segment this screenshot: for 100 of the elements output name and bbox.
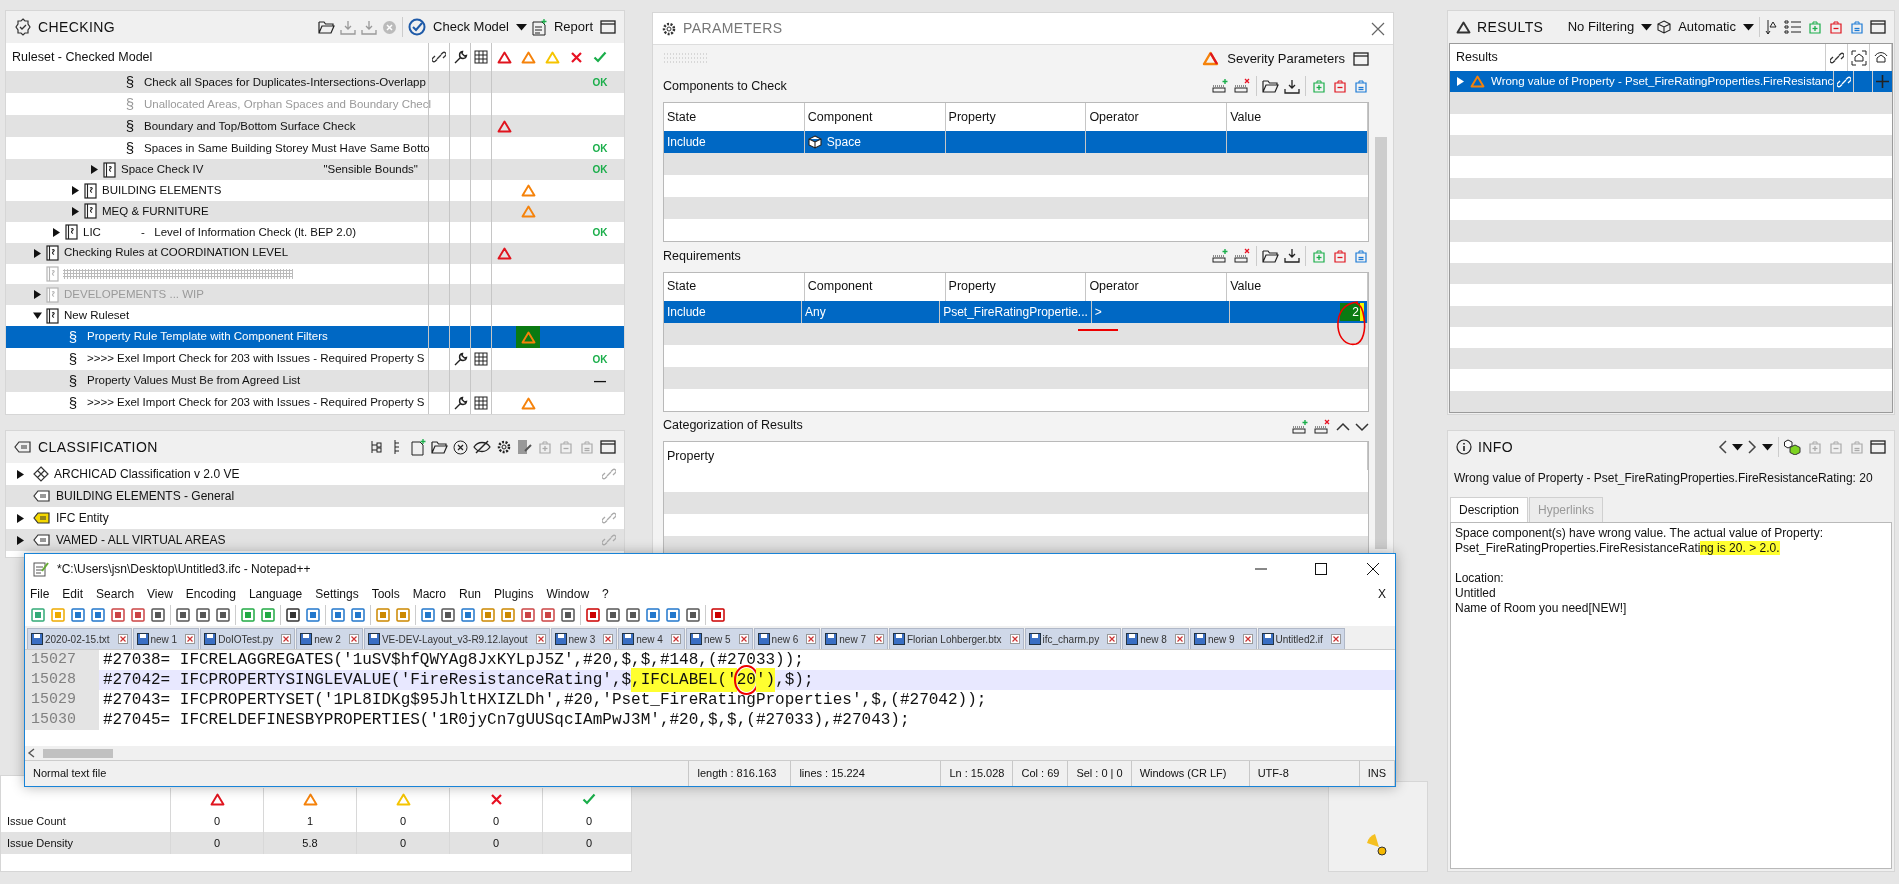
tab[interactable]: Description bbox=[1450, 497, 1529, 522]
expand-arrow-icon[interactable] bbox=[33, 248, 41, 258]
file-tab[interactable]: Untitled2.if bbox=[1257, 628, 1345, 649]
file-tab[interactable]: ifc_charm.py bbox=[1024, 628, 1122, 649]
toolbar-icon[interactable] bbox=[560, 607, 576, 623]
maximize-icon[interactable] bbox=[1870, 20, 1886, 34]
close-icon[interactable] bbox=[1367, 563, 1379, 575]
file-tab[interactable]: new 3 bbox=[550, 628, 618, 649]
maximize-icon[interactable] bbox=[1315, 563, 1327, 575]
rule-name[interactable]: Property Values Must Be from Agreed List bbox=[87, 372, 301, 390]
toolbar-icon[interactable] bbox=[625, 607, 641, 623]
bag-icon[interactable] bbox=[1353, 247, 1369, 264]
expand-arrow-icon[interactable] bbox=[52, 227, 60, 237]
sort-icon[interactable] bbox=[1765, 19, 1779, 35]
menu-item[interactable]: Macro bbox=[412, 585, 446, 603]
toolbar-icon[interactable] bbox=[440, 607, 456, 623]
file-tab[interactable]: new 7 bbox=[821, 628, 888, 649]
rule-name[interactable]: New Ruleset bbox=[64, 306, 130, 325]
check-model-button[interactable]: Check Model bbox=[431, 17, 511, 37]
menu-item[interactable]: Language bbox=[248, 585, 303, 603]
file-tab[interactable]: new 9 bbox=[1189, 628, 1257, 649]
collapse-arrow-icon[interactable] bbox=[32, 311, 42, 321]
toolbar-icon[interactable] bbox=[685, 607, 701, 623]
check-circle-icon[interactable] bbox=[408, 18, 427, 36]
menu-item[interactable]: Edit bbox=[62, 585, 84, 603]
toolbar-icon[interactable] bbox=[585, 607, 601, 623]
caret-icon[interactable] bbox=[1743, 23, 1754, 31]
expand-arrow-icon[interactable] bbox=[90, 165, 98, 175]
rule-name[interactable]: BUILDING ELEMENTS bbox=[102, 182, 222, 200]
folder-icon[interactable] bbox=[431, 440, 448, 454]
table-row[interactable]: Include Space bbox=[664, 131, 1368, 154]
file-tab[interactable]: new 6 bbox=[753, 628, 821, 649]
ruleset-row[interactable]: § Property Rule Template with Component Filters bbox=[6, 326, 624, 348]
toolbar-icon[interactable] bbox=[285, 607, 301, 623]
download-icon[interactable] bbox=[1284, 248, 1300, 264]
tree-icon[interactable] bbox=[369, 439, 385, 455]
expand-arrow-icon[interactable] bbox=[16, 469, 24, 479]
delete-row-icon[interactable] bbox=[1234, 78, 1251, 95]
table-row[interactable]: Include Any Pset_FireRatingPropertie... > 2 bbox=[664, 300, 1368, 323]
file-tab[interactable]: new 4 bbox=[618, 628, 685, 649]
classification-row[interactable]: VAMED - ALL VIRTUAL AREAS bbox=[6, 529, 624, 551]
remove-bag-icon[interactable] bbox=[1828, 19, 1844, 35]
list-icon[interactable] bbox=[1784, 19, 1802, 35]
settings-icon[interactable] bbox=[496, 439, 512, 455]
remove-bag-icon[interactable] bbox=[1332, 247, 1348, 264]
file-tab[interactable]: new 2 bbox=[296, 628, 363, 649]
new-file-icon[interactable] bbox=[411, 438, 426, 456]
toolbar-icon[interactable] bbox=[710, 607, 726, 623]
file-tab[interactable]: 2020-02-15.txt bbox=[27, 628, 132, 649]
toolbar-icon[interactable] bbox=[195, 607, 211, 623]
edit-icon[interactable] bbox=[517, 439, 532, 455]
menu-item[interactable]: Window bbox=[546, 585, 590, 603]
ruleset-row[interactable]: Space Check IV "Sensible Bounds" OK bbox=[6, 159, 624, 181]
ruleset-row[interactable]: § Check all Spaces for Duplicates-Intersections-Overlapp OK bbox=[6, 71, 624, 94]
rule-name[interactable]: Spaces in Same Building Storey Must Have Same Botto bbox=[144, 139, 430, 157]
toolbar-icon[interactable] bbox=[605, 607, 621, 623]
plus-icon[interactable] bbox=[1875, 75, 1889, 89]
expand-arrow-icon[interactable] bbox=[16, 535, 24, 545]
delete-row-icon[interactable] bbox=[1314, 419, 1331, 435]
rule-name[interactable]: Checking Rules at COORDINATION LEVEL bbox=[64, 244, 289, 262]
ruleset-row[interactable]: § Boundary and Top/Bottom Surface Check bbox=[6, 115, 624, 138]
hidden-eye-icon[interactable] bbox=[473, 440, 491, 454]
rule-name[interactable]: MEQ & FURNITURE bbox=[102, 202, 209, 221]
cubes-icon[interactable] bbox=[1784, 439, 1802, 455]
menu-item[interactable]: Settings bbox=[315, 585, 359, 603]
rule-name[interactable]: Boundary and Top/Bottom Surface Check bbox=[144, 117, 356, 135]
classification-row[interactable]: BUILDING ELEMENTS - General bbox=[6, 485, 624, 507]
menu-item[interactable]: Encoding bbox=[185, 585, 236, 603]
menu-item[interactable]: Tools bbox=[371, 585, 400, 603]
close-circle-icon[interactable] bbox=[453, 439, 468, 455]
expand-arrow-icon[interactable] bbox=[16, 513, 24, 523]
expand-arrow-icon[interactable] bbox=[71, 206, 79, 216]
maximize-icon[interactable] bbox=[600, 20, 616, 34]
add-row-icon[interactable] bbox=[1212, 247, 1229, 264]
delete-row-icon[interactable] bbox=[1234, 247, 1251, 264]
menu-item[interactable]: File bbox=[30, 585, 50, 603]
bag-icon[interactable] bbox=[1849, 19, 1865, 35]
scrollbar-thumb[interactable] bbox=[43, 748, 113, 758]
move-down-icon[interactable] bbox=[1355, 422, 1369, 432]
file-tab[interactable]: new 5 bbox=[685, 628, 753, 649]
close-document-button[interactable]: X bbox=[1378, 585, 1386, 603]
menu-item[interactable]: Run bbox=[459, 585, 482, 603]
ruleset-row[interactable]: § Property Values Must Be from Agreed List — bbox=[6, 370, 624, 392]
caret-icon[interactable] bbox=[1641, 23, 1653, 31]
caret-icon[interactable] bbox=[1732, 443, 1743, 451]
folder-icon[interactable] bbox=[1262, 79, 1279, 94]
filter-dropdown[interactable]: No Filtering bbox=[1565, 17, 1637, 37]
maximize-icon[interactable] bbox=[1353, 51, 1369, 66]
ruleset-row[interactable]: MEQ & FURNITURE bbox=[6, 201, 624, 222]
file-tab[interactable]: new 1 bbox=[132, 628, 200, 649]
add-row-icon[interactable] bbox=[1292, 419, 1309, 435]
rule-name[interactable]: Space Check IV bbox=[121, 161, 204, 179]
menu-item[interactable]: Plugins bbox=[494, 585, 534, 603]
rule-name[interactable]: >>>> Exel Import Check for 203 with Issues - Required Property S bbox=[87, 350, 425, 368]
file-tab[interactable]: new 8 bbox=[1122, 628, 1189, 649]
menu-item[interactable]: ? bbox=[602, 585, 609, 603]
maximize-icon[interactable] bbox=[600, 440, 616, 454]
grip-icon[interactable] bbox=[663, 51, 709, 66]
back-icon[interactable] bbox=[1718, 440, 1727, 454]
severity-parameters-button[interactable]: Severity Parameters bbox=[1225, 49, 1347, 69]
